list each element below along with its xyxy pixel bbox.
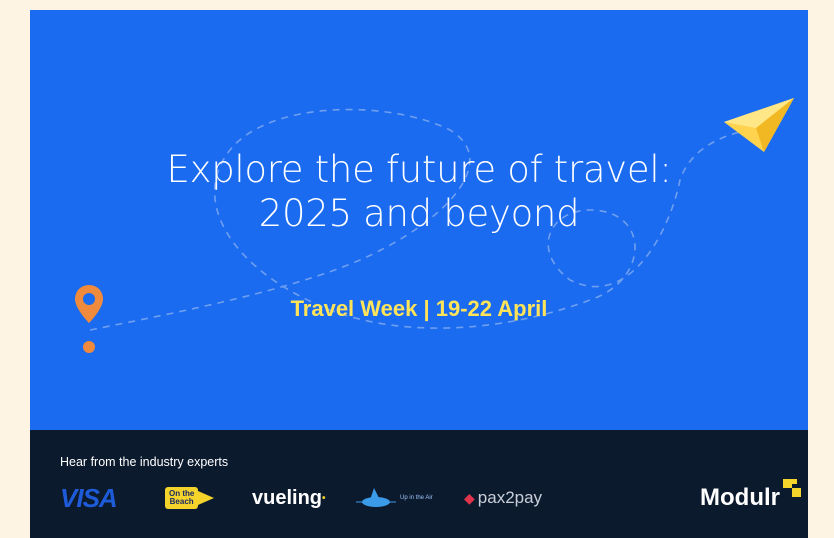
- partner-logos: VISA On the Beach vueling • Up in the Ai…: [60, 479, 801, 514]
- footer-label: Hear from the industry experts: [60, 455, 229, 469]
- promo-card: Explore the future of travel: 2025 and b…: [30, 10, 808, 538]
- on-the-beach-badge: On the Beach: [165, 487, 199, 509]
- modulr-logo: Modulr: [700, 479, 801, 514]
- vueling-text: vueling: [252, 486, 323, 509]
- paper-plane-icon: [722, 98, 796, 159]
- event-date-line: Travel Week | 19-22 April: [290, 296, 548, 321]
- modulr-squares-icon: [782, 479, 801, 497]
- title-line-2: 2025 and beyond: [258, 192, 580, 235]
- page-title: Explore the future of travel: 2025 and b…: [30, 148, 808, 236]
- beach-bottom-text: Beach: [169, 497, 194, 506]
- footer-bar: Hear from the industry experts VISA On t…: [30, 430, 808, 538]
- on-the-beach-logo: On the Beach: [165, 482, 215, 514]
- up-in-the-air-logo: Up in the Air: [356, 482, 433, 514]
- up-in-the-air-text: Up in the Air: [400, 495, 433, 501]
- vueling-logo: vueling •: [252, 482, 326, 514]
- location-pin-icon: [74, 283, 104, 360]
- pax2pay-text: pax2pay: [477, 488, 543, 507]
- title-line-1: Explore the future of travel:: [166, 148, 672, 191]
- vueling-dot-icon: •: [322, 492, 326, 504]
- pax2pay-logo: ◆ pax2pay: [464, 482, 542, 514]
- airplane-icon: [356, 488, 396, 507]
- modulr-text: Modulr: [700, 484, 780, 511]
- hero-banner: Explore the future of travel: 2025 and b…: [30, 10, 808, 430]
- pax2pay-mark-icon: ◆: [464, 489, 475, 506]
- beach-arrow-icon: [198, 491, 215, 505]
- visa-logo: VISA: [60, 482, 118, 513]
